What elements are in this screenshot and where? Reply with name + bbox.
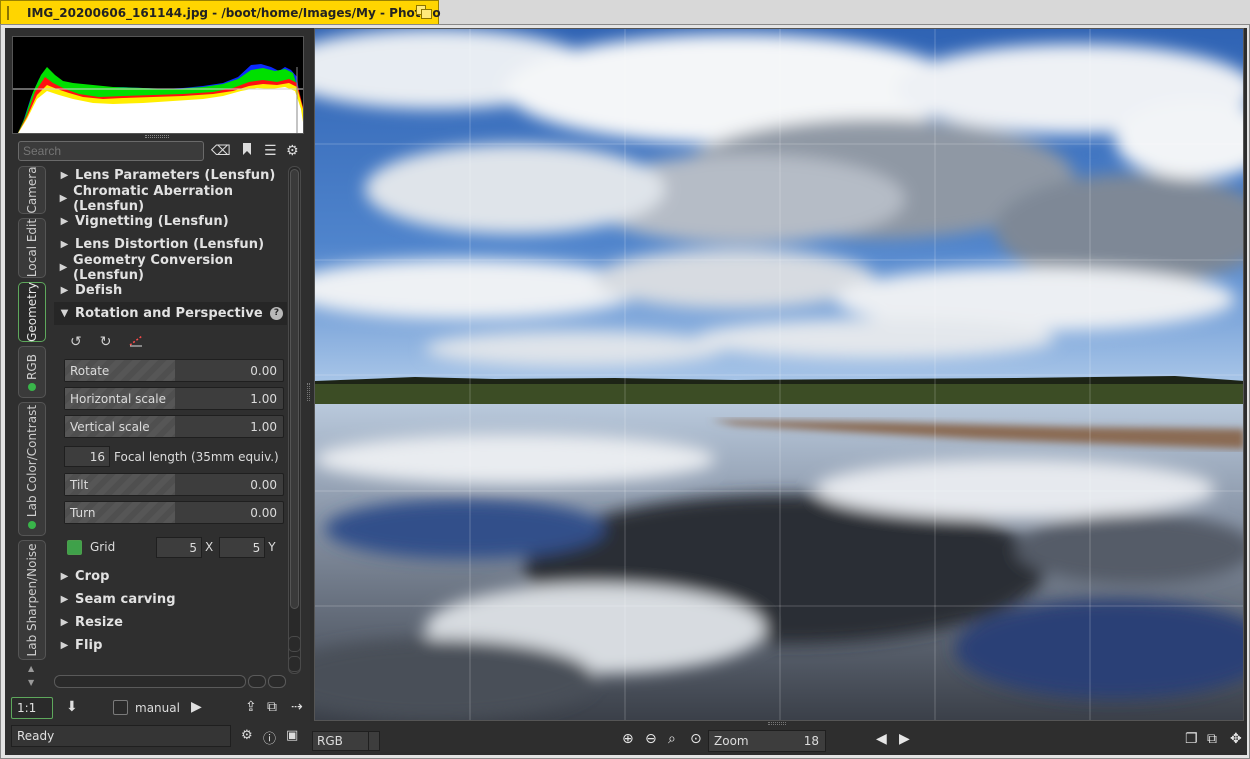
grid-y-input[interactable]: 5: [219, 536, 266, 558]
manual-checkbox[interactable]: [113, 700, 128, 715]
tab-camera[interactable]: Camera: [18, 166, 46, 214]
vertical-scale-slider[interactable]: Vertical scale 1.00: [64, 415, 284, 438]
expand-arrow-icon: ▶: [60, 239, 69, 250]
info-icon[interactable]: ⓘ: [263, 728, 276, 747]
tab-lab-sharpen-noise[interactable]: Lab Sharpen/Noise: [18, 540, 46, 660]
horizontal-scale-slider[interactable]: Horizontal scale 1.00: [64, 387, 284, 410]
rotate-slider[interactable]: Rotate 0.00: [64, 359, 284, 382]
expand-arrow-icon: ▶: [60, 170, 69, 181]
collapse-arrow-icon: ▼: [60, 308, 69, 319]
more-icon[interactable]: ⇢: [291, 699, 303, 715]
section-crop[interactable]: ▶ Crop: [54, 565, 287, 588]
window-title: IMG_20200606_161144.jpg - /boot/home/Ima…: [27, 5, 441, 20]
draw-line-icon[interactable]: [129, 333, 143, 351]
tab-active-dot: [28, 383, 36, 391]
manual-label: manual: [135, 701, 180, 715]
zoom-fit-icon[interactable]: ⌕: [668, 731, 676, 747]
split-view-icon[interactable]: ⧉: [1207, 731, 1217, 747]
expand-arrow-icon: ▶: [59, 193, 68, 204]
expand-arrow-icon: ▶: [60, 640, 69, 651]
download-arrow-icon[interactable]: ⬇: [66, 699, 78, 715]
section-geometry-conversion[interactable]: ▶ Geometry Conversion (Lensfun): [54, 253, 287, 283]
clear-search-icon[interactable]: ⌫: [211, 142, 231, 160]
zoom-out-icon[interactable]: ⊖: [645, 731, 657, 747]
grid-row: Grid 5 X 5 Y: [67, 529, 287, 565]
tabs-scroll-up-icon[interactable]: ▲: [28, 664, 34, 673]
zoom-window-button[interactable]: [416, 5, 432, 19]
expand-arrow-icon: ▶: [60, 216, 69, 227]
turn-slider[interactable]: Turn 0.00: [64, 501, 284, 524]
search-input[interactable]: [18, 141, 204, 161]
grid-x-input[interactable]: 5: [156, 536, 202, 558]
pan-icon[interactable]: ✥: [1230, 731, 1242, 747]
play-icon[interactable]: ▶: [191, 699, 202, 715]
section-seam-carving[interactable]: ▶ Seam carving: [54, 588, 287, 611]
grid-label: Grid: [90, 540, 116, 554]
tab-local-edit[interactable]: Local Edit: [18, 218, 46, 278]
tab-rgb[interactable]: RGB: [18, 346, 46, 398]
rotation-tools: ↺ ↻: [54, 325, 287, 359]
grid-checkbox[interactable]: [67, 539, 82, 555]
focal-length-row: 16 Focal length (35mm equiv.): [64, 446, 287, 467]
export-icon[interactable]: ⇪: [245, 699, 257, 715]
preview-controls: 1:1 ⬇ manual ▶ ⇪ ⧉ ⇢: [11, 697, 306, 721]
section-rotation-perspective[interactable]: ▼ Rotation and Perspective ?: [54, 302, 287, 325]
hscroll-left-button[interactable]: [248, 675, 266, 688]
compare-icon[interactable]: ❐: [1185, 731, 1198, 747]
tabs-scroll-down-icon[interactable]: ▼: [28, 678, 34, 687]
expand-arrow-icon: ▶: [60, 617, 69, 628]
section-resize[interactable]: ▶ Resize: [54, 611, 287, 634]
viewer-splitter[interactable]: [768, 722, 786, 725]
histogram-splitter[interactable]: [145, 135, 169, 138]
grid-y-label: Y: [268, 540, 276, 554]
horizontal-scrollbar[interactable]: [54, 675, 246, 688]
batch-icon[interactable]: ⧉: [267, 699, 277, 715]
filter-list: ▶ Lens Parameters (Lensfun) ▶ Chromatic Ab…: [54, 164, 287, 676]
scroll-up-button[interactable]: [288, 636, 301, 652]
photivo-app: ⌫ ☰ ⚙ Camera Local Edit Geometry RGB Lab…: [5, 28, 1247, 755]
help-icon[interactable]: ?: [270, 307, 283, 320]
histogram-graph: [13, 64, 303, 133]
filter-list-scrollbar[interactable]: [288, 166, 301, 674]
tilt-slider[interactable]: Tilt 0.00: [64, 473, 284, 496]
section-flip[interactable]: ▶ Flip: [54, 634, 287, 657]
tab-geometry[interactable]: Geometry: [18, 282, 46, 342]
focal-length-label: Focal length (35mm equiv.): [114, 449, 279, 464]
zoom-in-icon[interactable]: ⊕: [622, 731, 634, 747]
expand-arrow-icon: ▶: [60, 571, 69, 582]
viewer-toolbar: RGB ⊕ ⊖ ⌕ ⊙ Zoom 18 ◀ ▶ ❐ ⧉ ✥: [310, 722, 1247, 752]
tab-lab-color-contrast[interactable]: Lab Color/Contrast: [18, 402, 46, 536]
expand-arrow-icon: ▶: [60, 594, 69, 605]
rotate-left-icon[interactable]: ↺: [70, 334, 82, 350]
grid-x-label: X: [205, 540, 214, 554]
photo-preview: [315, 29, 1243, 720]
status-field: Ready: [11, 725, 231, 747]
tool-tabs: Camera Local Edit Geometry RGB Lab Color…: [18, 166, 48, 661]
zoom-100-icon[interactable]: ⊙: [690, 731, 702, 747]
focal-length-input[interactable]: 16: [64, 446, 110, 467]
scroll-down-button[interactable]: [288, 656, 301, 672]
window-titlebar[interactable]: IMG_20200606_161144.jpg - /boot/home/Ima…: [0, 0, 441, 24]
menu-icon[interactable]: ☰: [264, 142, 277, 160]
close-window-button[interactable]: [7, 5, 9, 20]
left-panel: ⌫ ☰ ⚙ Camera Local Edit Geometry RGB Lab…: [5, 28, 310, 755]
expand-arrow-icon: ▶: [60, 285, 69, 296]
panel-splitter[interactable]: [307, 383, 310, 401]
previous-image-icon[interactable]: ◀: [876, 731, 887, 747]
expand-arrow-icon: ▶: [59, 262, 68, 273]
histogram: [12, 36, 304, 134]
zoom-ratio-button[interactable]: 1:1: [11, 697, 53, 719]
bookmark-icon[interactable]: [242, 142, 252, 161]
tab-active-dot: [28, 521, 36, 529]
image-viewer[interactable]: [314, 28, 1244, 721]
settings-gear-icon[interactable]: ⚙: [241, 728, 253, 743]
zoom-field[interactable]: Zoom 18: [708, 730, 826, 752]
fullscreen-icon[interactable]: ▣: [286, 728, 298, 743]
hscroll-right-button[interactable]: [268, 675, 286, 688]
gear-icon[interactable]: ⚙: [286, 142, 299, 160]
next-image-icon[interactable]: ▶: [899, 731, 910, 747]
section-chromatic-aberration[interactable]: ▶ Chromatic Aberration (Lensfun): [54, 184, 287, 214]
channel-select[interactable]: RGB: [312, 731, 380, 751]
rotate-right-icon[interactable]: ↻: [100, 334, 112, 350]
